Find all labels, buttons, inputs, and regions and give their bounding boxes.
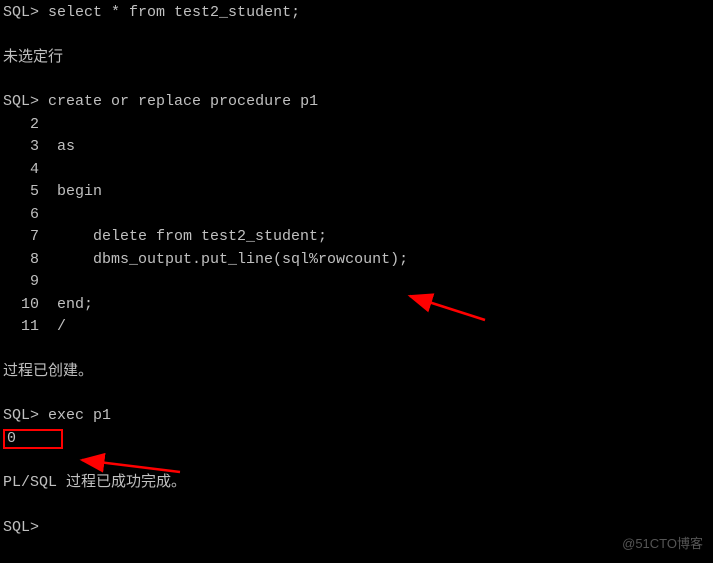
line-number: 7 (3, 226, 39, 249)
line-number: 10 (3, 294, 39, 317)
line-number: 8 (3, 249, 39, 272)
output-line: 0 (3, 428, 713, 451)
message-line: PL/SQL 过程已成功完成。 (3, 472, 713, 495)
line-number: 2 (3, 114, 39, 137)
sql-command: create or replace procedure p1 (48, 93, 318, 110)
code-line: 6 (3, 204, 713, 227)
code-text: begin (57, 183, 102, 200)
sql-line: SQL> (3, 517, 713, 540)
watermark-text: @51CTO博客 (622, 534, 703, 554)
sql-prompt: SQL> (3, 407, 39, 424)
line-number: 11 (3, 316, 39, 339)
code-line: 4 (3, 159, 713, 182)
code-line: 11 / (3, 316, 713, 339)
line-number: 5 (3, 181, 39, 204)
message-line: 过程已创建。 (3, 361, 713, 384)
code-line: 3 as (3, 136, 713, 159)
code-line: 2 (3, 114, 713, 137)
sql-line: SQL> select * from test2_student; (3, 2, 713, 25)
blank-line (3, 383, 713, 405)
sql-command: exec p1 (48, 407, 111, 424)
sql-line: SQL> exec p1 (3, 405, 713, 428)
code-line: 9 (3, 271, 713, 294)
line-number: 3 (3, 136, 39, 159)
line-number: 6 (3, 204, 39, 227)
sql-prompt: SQL> (3, 4, 39, 21)
terminal-output: SQL> select * from test2_student; 未选定行 S… (3, 2, 713, 539)
highlighted-output: 0 (3, 429, 63, 449)
sql-prompt: SQL> (3, 519, 39, 536)
sql-command: select * from test2_student; (48, 4, 300, 21)
code-line: 5 begin (3, 181, 713, 204)
blank-line (3, 25, 713, 47)
code-text: as (57, 138, 75, 155)
line-number: 4 (3, 159, 39, 182)
sql-line: SQL> create or replace procedure p1 (3, 91, 713, 114)
blank-line (3, 339, 713, 361)
code-text: dbms_output.put_line(sql%rowcount); (57, 251, 408, 268)
code-text: delete from test2_student; (57, 228, 327, 245)
blank-line (3, 450, 713, 472)
code-text: / (57, 318, 66, 335)
message-line: 未选定行 (3, 47, 713, 70)
blank-line (3, 495, 713, 517)
blank-line (3, 69, 713, 91)
code-line: 10 end; (3, 294, 713, 317)
code-line: 7 delete from test2_student; (3, 226, 713, 249)
sql-prompt: SQL> (3, 93, 39, 110)
code-text: end; (57, 296, 93, 313)
line-number: 9 (3, 271, 39, 294)
code-line: 8 dbms_output.put_line(sql%rowcount); (3, 249, 713, 272)
